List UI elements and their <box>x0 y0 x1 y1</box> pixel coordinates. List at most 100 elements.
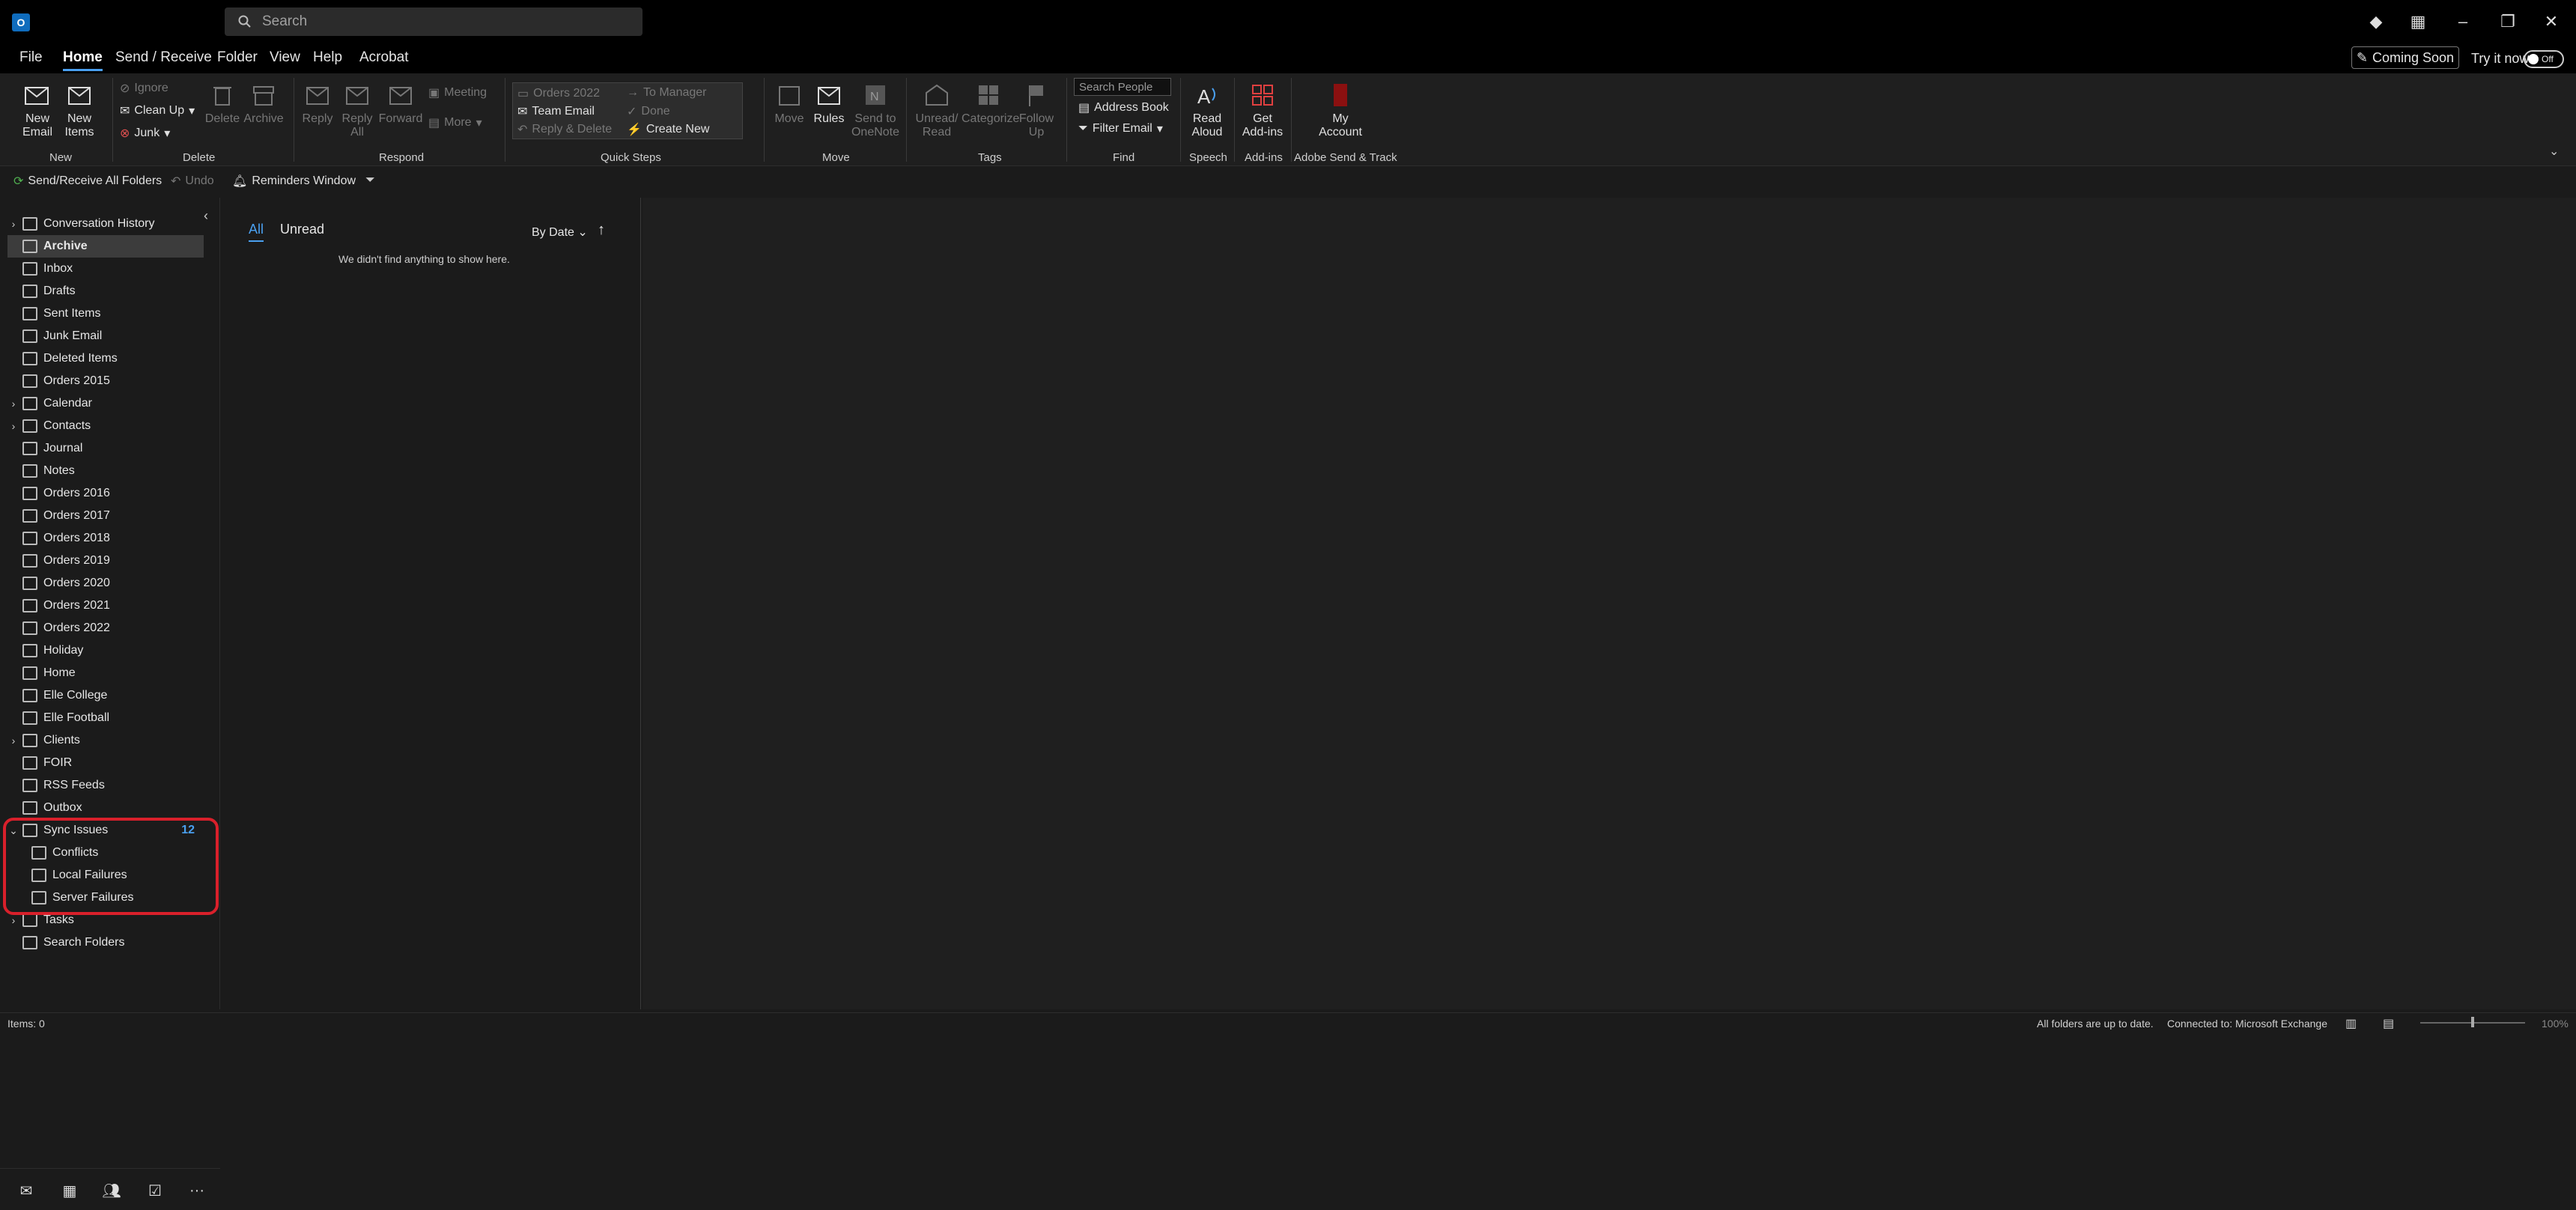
chevron-right-icon[interactable]: › <box>7 398 19 410</box>
reply-button[interactable]: Reply <box>298 81 337 126</box>
menu-home[interactable]: Home <box>63 49 103 71</box>
quick-step-done[interactable]: ✓ Done <box>627 104 670 119</box>
calendar-icon[interactable]: ▦ <box>58 1181 81 1200</box>
minimize-icon[interactable]: – <box>2452 10 2474 33</box>
folder-item[interactable]: Orders 2019 <box>7 550 204 572</box>
folder-item[interactable]: Orders 2022 <box>7 617 204 639</box>
more-apps-icon[interactable]: ··· <box>186 1181 208 1200</box>
meeting-button[interactable]: ▣ Meeting <box>428 85 487 100</box>
folder-item[interactable]: Archive <box>7 235 204 258</box>
folder-item[interactable]: Notes <box>7 460 204 482</box>
menu-acrobat[interactable]: Acrobat <box>359 49 408 66</box>
folder-item[interactable]: RSS Feeds <box>7 774 204 797</box>
follow-up-button[interactable]: Follow Up <box>1017 81 1056 139</box>
new-outlook-toggle[interactable]: Off <box>2524 50 2564 68</box>
reminders-window-button[interactable]: 🔔︎ Reminders Window <box>232 174 356 189</box>
sort-by-date-button[interactable]: By Date ⌄ <box>532 225 588 240</box>
close-icon[interactable]: ✕ <box>2540 10 2563 33</box>
move-button[interactable]: Move <box>771 81 807 126</box>
tab-all[interactable]: All <box>249 222 264 242</box>
undo-button[interactable]: ↶ Undo <box>171 174 214 189</box>
layout-icon[interactable]: ▦ <box>2407 10 2429 33</box>
ribbon-collapse-icon[interactable]: ⌄ <box>2549 144 2559 159</box>
coming-soon-button[interactable]: ✎ Coming Soon <box>2351 46 2459 69</box>
my-account-button[interactable]: My Account <box>1312 81 1369 139</box>
folder-icon <box>22 532 37 545</box>
categorize-button[interactable]: Categorize <box>962 81 1019 126</box>
get-addins-button[interactable]: Get Add-ins <box>1240 81 1285 139</box>
chevron-right-icon[interactable]: › <box>7 218 19 230</box>
chevron-right-icon[interactable]: › <box>7 914 19 926</box>
people-icon[interactable]: 👥︎ <box>100 1181 123 1200</box>
folder-item[interactable]: Search Folders <box>7 931 204 954</box>
address-book-button[interactable]: ▤ Address Book <box>1078 100 1169 115</box>
sort-direction-icon[interactable]: ↑ <box>598 222 605 239</box>
chevron-right-icon[interactable]: › <box>7 735 19 747</box>
diamond-icon[interactable]: ◆ <box>2365 10 2387 33</box>
rules-icon <box>818 87 840 105</box>
folder-item[interactable]: › Contacts <box>7 415 204 437</box>
folder-item[interactable]: Orders 2020 <box>7 572 204 595</box>
menu-file[interactable]: File <box>19 49 43 66</box>
rules-button[interactable]: Rules <box>810 81 848 126</box>
clean-up-button[interactable]: ✉ Clean Up ▾ <box>120 103 195 118</box>
archive-button[interactable]: Archive <box>243 81 285 126</box>
folder-item[interactable]: FOIR <box>7 752 204 774</box>
quick-step-reply-delete[interactable]: ↶ Reply & Delete <box>517 122 612 137</box>
folder-item[interactable]: Orders 2015 <box>7 370 204 392</box>
folder-item[interactable]: › Calendar <box>7 392 204 415</box>
folder-icon <box>22 397 37 410</box>
customize-toolbar-icon[interactable]: ⏷ <box>365 174 375 187</box>
sync-issues-highlight <box>3 818 219 915</box>
new-items-button[interactable]: New Items <box>58 81 100 139</box>
folder-item[interactable]: Junk Email <box>7 325 204 347</box>
new-email-button[interactable]: New Email <box>16 81 58 139</box>
quick-step-to-manager[interactable]: → To Manager <box>627 86 707 100</box>
folder-item[interactable]: Orders 2017 <box>7 505 204 527</box>
tasks-icon[interactable]: ☑ <box>144 1181 166 1200</box>
folder-item[interactable]: › Clients <box>7 729 204 752</box>
folder-item[interactable]: Outbox <box>7 797 204 819</box>
zoom-slider-thumb[interactable] <box>2471 1017 2474 1027</box>
send-receive-all-button[interactable]: ⟳ Send/Receive All Folders <box>13 174 162 189</box>
quick-step-create-new[interactable]: ⚡ Create New <box>627 122 709 137</box>
chevron-right-icon[interactable]: › <box>7 420 19 432</box>
folder-item[interactable]: › Conversation History <box>7 213 204 235</box>
search-input[interactable]: Search <box>225 7 643 36</box>
folder-item[interactable]: Journal <box>7 437 204 460</box>
folder-item[interactable]: Home <box>7 662 204 684</box>
ignore-button[interactable]: ⊘ Ignore <box>120 81 168 96</box>
normal-view-icon[interactable]: ▥ <box>2345 1016 2357 1031</box>
folder-item[interactable]: Inbox <box>7 258 204 280</box>
send-to-onenote-button[interactable]: N Send to OneNote <box>849 81 902 139</box>
menu-view[interactable]: View <box>270 49 300 66</box>
restore-icon[interactable]: ❐ <box>2497 10 2519 33</box>
mail-icon[interactable]: ✉ <box>15 1181 37 1200</box>
menu-help[interactable]: Help <box>313 49 342 66</box>
folder-item[interactable]: Holiday <box>7 639 204 662</box>
folder-item[interactable]: Sent Items <box>7 302 204 325</box>
menu-send-receive[interactable]: Send / Receive <box>115 49 212 66</box>
more-respond-button[interactable]: ▤ More ▾ <box>428 115 482 130</box>
filter-email-button[interactable]: ⏷ Filter Email ▾ <box>1078 121 1163 136</box>
reading-view-icon[interactable]: ▤ <box>2383 1016 2394 1031</box>
collapse-pane-icon[interactable]: ‹ <box>204 208 208 224</box>
junk-button[interactable]: ⊗ Junk ▾ <box>120 126 170 141</box>
menu-folder[interactable]: Folder <box>217 49 258 66</box>
folder-item[interactable]: Elle College <box>7 684 204 707</box>
forward-button[interactable]: Forward <box>377 81 424 126</box>
folder-item[interactable]: Orders 2016 <box>7 482 204 505</box>
delete-button[interactable]: Delete <box>204 81 241 126</box>
reply-all-button[interactable]: Reply All <box>338 81 376 139</box>
folder-item[interactable]: Elle Football <box>7 707 204 729</box>
search-people-input[interactable]: Search People <box>1074 78 1171 96</box>
quick-step-orders-2022[interactable]: ▭ Orders 2022 <box>517 86 600 101</box>
read-aloud-button[interactable]: A Read Aloud <box>1186 81 1228 139</box>
unread-read-button[interactable]: Unread/ Read <box>912 81 962 139</box>
folder-item[interactable]: Drafts <box>7 280 204 302</box>
quick-step-team-email[interactable]: ✉ Team Email <box>517 104 595 119</box>
folder-item[interactable]: Orders 2018 <box>7 527 204 550</box>
folder-item[interactable]: Deleted Items <box>7 347 204 370</box>
tab-unread[interactable]: Unread <box>280 222 324 237</box>
folder-item[interactable]: Orders 2021 <box>7 595 204 617</box>
